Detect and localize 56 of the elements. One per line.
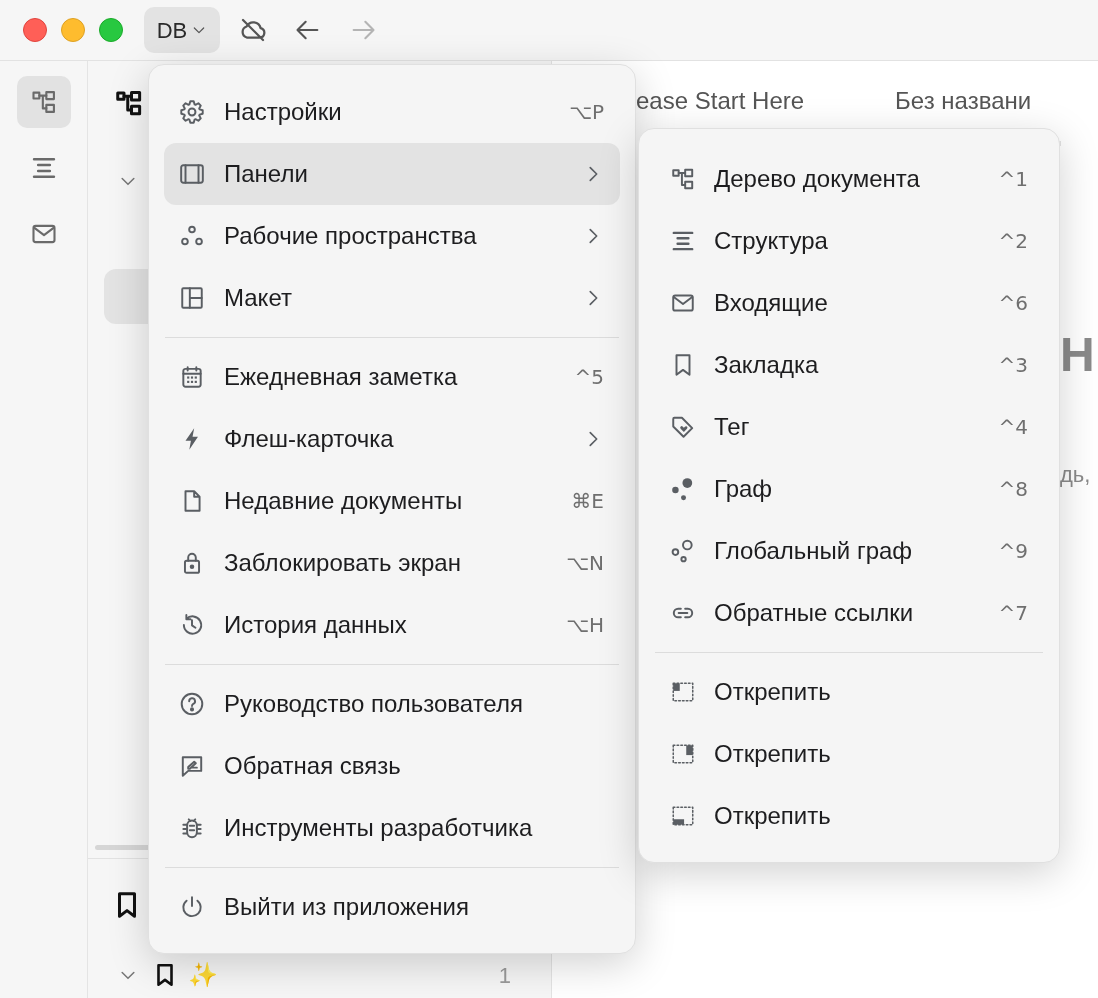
shortcut-text: ^7 bbox=[998, 600, 1028, 627]
menu-item[interactable]: Панели bbox=[164, 143, 620, 205]
menu-item[interactable]: Выйти из приложения bbox=[164, 876, 620, 938]
tree-icon bbox=[670, 166, 696, 192]
menu-item[interactable]: Тег ^4 bbox=[654, 396, 1044, 458]
menu-item[interactable]: Открепить bbox=[654, 785, 1044, 847]
menu-item[interactable]: Структура ^2 bbox=[654, 210, 1044, 272]
shortcut-text: ^9 bbox=[998, 538, 1028, 565]
tag-icon bbox=[670, 414, 696, 440]
menu-item[interactable]: История данных ⌥H bbox=[164, 594, 620, 656]
power-icon bbox=[179, 894, 205, 920]
tree-icon bbox=[29, 88, 58, 116]
menu-item[interactable]: Макет bbox=[164, 267, 620, 329]
shortcut-text: ^1 bbox=[998, 166, 1028, 193]
shortcut-text: ⌘E bbox=[571, 488, 604, 515]
menu-item[interactable]: Недавние документы ⌘E bbox=[164, 470, 620, 532]
message-edit-icon bbox=[179, 753, 205, 779]
close-button[interactable] bbox=[23, 18, 47, 42]
bug-icon bbox=[179, 815, 205, 841]
shortcut-text: ⌥P bbox=[568, 99, 604, 126]
shortcut-text: ^4 bbox=[998, 414, 1028, 441]
menu-item[interactable]: Входящие ^6 bbox=[654, 272, 1044, 334]
calendar-icon bbox=[179, 364, 205, 390]
count-label: 1 bbox=[498, 961, 511, 990]
workspace-button[interactable]: DB bbox=[144, 7, 220, 53]
menu-item[interactable]: Дерево документа ^1 bbox=[654, 148, 1044, 210]
menu-item[interactable]: Глобальный граф ^9 bbox=[654, 520, 1044, 582]
heading-text: Н bbox=[1060, 327, 1096, 383]
menu-item[interactable]: Закладка ^3 bbox=[654, 334, 1044, 396]
menu-item[interactable]: Открепить bbox=[654, 723, 1044, 785]
shortcut-text: ^8 bbox=[998, 476, 1028, 503]
menu-item[interactable]: Обратные ссылки ^7 bbox=[654, 582, 1044, 644]
menu-item[interactable]: Заблокировать экран ⌥N bbox=[164, 532, 620, 594]
body-text: дь, bbox=[1060, 461, 1092, 489]
menu-item[interactable]: Обратная связь bbox=[164, 735, 620, 797]
shortcut-text: ^6 bbox=[998, 290, 1028, 317]
settings-icon bbox=[179, 99, 205, 125]
shortcut-text: ⌥N bbox=[566, 550, 604, 577]
layout-icon bbox=[179, 285, 205, 311]
menu-item[interactable]: Граф ^8 bbox=[654, 458, 1044, 520]
menu-item[interactable]: Открепить bbox=[654, 661, 1044, 723]
shortcut-text: ⌥H bbox=[565, 612, 604, 639]
shortcut-text: ^2 bbox=[998, 228, 1028, 255]
menu-item[interactable]: Ежедневная заметка ^5 bbox=[164, 346, 620, 408]
menu-item[interactable]: Рабочие пространства bbox=[164, 205, 620, 267]
circles-icon bbox=[670, 538, 696, 564]
activity-button[interactable] bbox=[16, 76, 71, 128]
sparkles-emoji: ✨ bbox=[188, 963, 218, 987]
shortcut-text: ^5 bbox=[574, 364, 604, 391]
menu-item[interactable]: Флеш-карточка bbox=[164, 408, 620, 470]
menu-item[interactable]: Руководство пользователя bbox=[164, 673, 620, 735]
help-icon bbox=[179, 691, 205, 717]
shortcut-text: ^3 bbox=[998, 352, 1028, 379]
menu-item[interactable]: Инструменты разработчика bbox=[164, 797, 620, 859]
zoom-button[interactable] bbox=[99, 18, 123, 42]
panel-icon bbox=[179, 161, 205, 187]
